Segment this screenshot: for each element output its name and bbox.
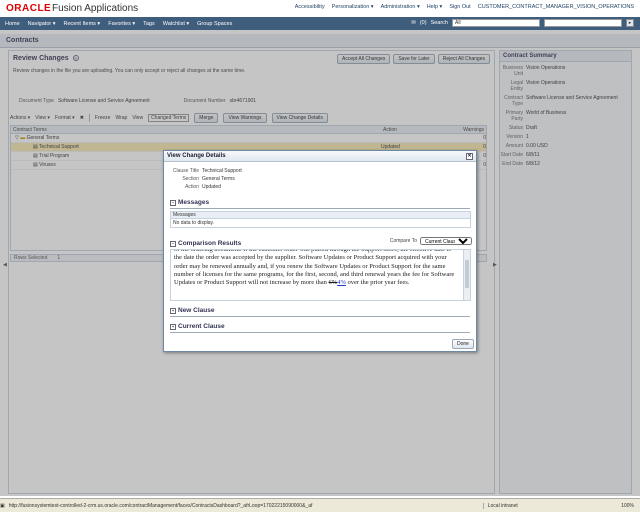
collapse-icon[interactable]: −	[170, 240, 176, 247]
section-field: Section General Terms	[164, 176, 284, 182]
top-banner: ORACLE Fusion Applications Accessibility…	[0, 0, 640, 16]
close-icon[interactable]: ✕	[466, 153, 473, 160]
nav-favorites[interactable]: Favorites ▾	[108, 21, 135, 27]
comparison-title: Comparison Results	[178, 240, 242, 247]
messages-table: Messages No data to display.	[170, 211, 471, 228]
security-zone: Local intranet	[482, 502, 553, 509]
messages-section-header[interactable]: − Messages	[170, 199, 209, 206]
global-links: Accessibility Personalization ▾ Administ…	[295, 4, 634, 10]
search-label: Search	[430, 20, 448, 26]
nav-navigator[interactable]: Navigator ▾	[28, 21, 56, 27]
search-category-select[interactable]: All	[452, 19, 540, 27]
dialog-title: View Change Details	[167, 153, 226, 159]
compare-to-select[interactable]: Current Clause	[420, 237, 472, 245]
new-clause-section-header[interactable]: + New Clause	[170, 307, 215, 314]
comparison-body: of the ordering document. If the custome…	[174, 249, 460, 287]
comparison-results-text: of the ordering document. If the custome…	[170, 249, 471, 301]
page-icon: ▣	[0, 502, 5, 509]
oracle-logo: ORACLE	[6, 3, 52, 14]
user-name: CUSTOMER_CONTRACT_MANAGER_VISION_OPERATI…	[477, 4, 634, 10]
messages-column-header[interactable]: Messages	[171, 212, 470, 219]
deleted-text: 6%	[328, 279, 338, 287]
nav-recent-items[interactable]: Recent Items ▾	[64, 21, 101, 27]
comparison-scrollbar[interactable]	[463, 250, 470, 300]
clause-title-field: Clause Title Technical Support	[164, 168, 284, 174]
action-value: Updated	[202, 184, 221, 190]
compare-to-label: Compare To	[389, 237, 417, 244]
section-divider	[170, 332, 470, 333]
browser-status-bar: ▣ http://fusionsystemtest-controlled-2-c…	[0, 498, 640, 512]
search-go-icon[interactable]: ▸	[626, 19, 634, 27]
messages-title: Messages	[178, 199, 210, 206]
accessibility-link[interactable]: Accessibility	[295, 4, 325, 10]
clause-title-value: Technical Support	[202, 168, 242, 174]
collapse-icon[interactable]: −	[170, 199, 176, 206]
sign-out-link[interactable]: Sign Out	[449, 4, 470, 10]
compare-to-control: Compare To Current Clause	[390, 237, 472, 245]
current-clause-section-header[interactable]: + Current Clause	[170, 323, 225, 330]
action-label: Action	[185, 184, 199, 190]
action-field: Action Updated	[164, 184, 284, 190]
zoom-level[interactable]: 100%	[621, 503, 634, 509]
expand-icon[interactable]: +	[170, 307, 176, 314]
section-divider	[170, 208, 470, 209]
section-label: Section	[182, 176, 199, 182]
inserted-text: 4%	[337, 279, 346, 287]
expand-icon[interactable]: +	[170, 323, 176, 330]
notifications-count[interactable]: (0)	[420, 20, 427, 26]
nav-watchlist[interactable]: Watchlist ▾	[163, 21, 189, 27]
done-button[interactable]: Done	[452, 339, 474, 349]
nav-group-spaces[interactable]: Group Spaces	[197, 21, 232, 27]
personalization-menu[interactable]: Personalization ▾	[332, 4, 374, 10]
comparison-section-header[interactable]: − Comparison Results	[170, 240, 241, 247]
section-value: General Terms	[202, 176, 235, 182]
help-menu[interactable]: Help ▾	[427, 4, 443, 10]
search-input[interactable]	[544, 19, 622, 27]
comparison-text-start: of the ordering document. If the custome…	[174, 249, 455, 287]
section-divider	[170, 316, 470, 317]
nav-tags[interactable]: Tags	[143, 21, 155, 27]
new-clause-title: New Clause	[178, 307, 215, 314]
comparison-text-end: over the prior year fees.	[345, 279, 410, 287]
dialog-title-bar: View Change Details ✕	[164, 151, 476, 162]
administration-menu[interactable]: Administration ▾	[381, 4, 420, 10]
current-clause-title: Current Clause	[178, 323, 225, 330]
nav-home[interactable]: Home	[5, 21, 20, 27]
notifications-icon[interactable]: ✉	[411, 20, 416, 26]
messages-empty-text: No data to display.	[173, 220, 215, 226]
status-url: http://fusionsystemtest-controlled-2-crm…	[8, 502, 313, 509]
scrollbar-thumb[interactable]	[465, 260, 469, 288]
global-nav-bar: Home Navigator ▾ Recent Items ▾ Favorite…	[0, 17, 640, 30]
clause-info: Clause Title Technical Support Section Gen…	[164, 168, 284, 192]
clause-title-label: Clause Title	[172, 168, 199, 174]
app-name: Fusion Applications	[52, 3, 139, 14]
